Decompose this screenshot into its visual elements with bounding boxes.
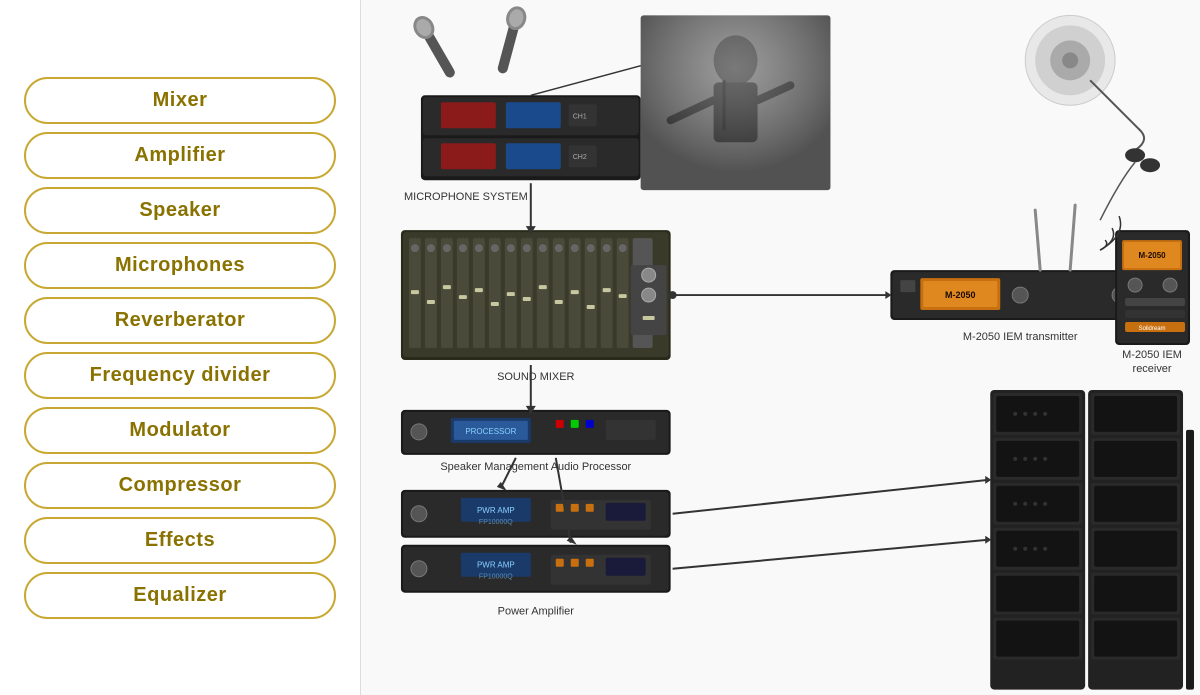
sidebar-btn-microphones[interactable]: Microphones xyxy=(24,242,336,289)
sidebar-btn-amplifier[interactable]: Amplifier xyxy=(24,132,336,179)
svg-text:CH2: CH2 xyxy=(573,154,587,161)
svg-text:PWR AMP: PWR AMP xyxy=(477,561,515,570)
svg-text:CH1: CH1 xyxy=(573,113,587,120)
main-diagram: CH1 CH2 MICROPHONE SYSTEM xyxy=(360,0,1200,695)
svg-text:M-2050: M-2050 xyxy=(1139,251,1167,260)
sidebar: Mixer Amplifier Speaker Microphones Reverber… xyxy=(0,0,360,695)
svg-text:FP10000Q: FP10000Q xyxy=(479,574,513,581)
svg-text:PROCESSOR: PROCESSOR xyxy=(465,427,516,436)
iem-receiver-sub: receiver xyxy=(1133,363,1172,375)
sound-mixer-label: SOUND MIXER xyxy=(497,371,574,383)
sidebar-btn-reverberator[interactable]: Reverberator xyxy=(24,297,336,344)
power-amp-label: Power Amplifier xyxy=(498,606,575,618)
iem-receiver-label: M-2050 IEM xyxy=(1122,349,1182,361)
sidebar-btn-effects[interactable]: Effects xyxy=(24,517,336,564)
sidebar-btn-mixer[interactable]: Mixer xyxy=(24,77,336,124)
svg-text:Solidream: Solidream xyxy=(1139,326,1166,332)
sidebar-btn-modulator[interactable]: Modulator xyxy=(24,407,336,454)
svg-text:M-2050: M-2050 xyxy=(945,290,975,300)
sidebar-btn-speaker[interactable]: Speaker xyxy=(24,187,336,234)
sidebar-btn-frequency-divider[interactable]: Frequency divider xyxy=(24,352,336,399)
svg-text:PWR AMP: PWR AMP xyxy=(477,506,515,515)
iem-transmitter-label: M-2050 IEM transmitter xyxy=(963,331,1078,343)
sidebar-btn-equalizer[interactable]: Equalizer xyxy=(24,572,336,619)
svg-text:FP10000Q: FP10000Q xyxy=(479,519,513,526)
speaker-mgmt-label: Speaker Management Audio Processor xyxy=(440,461,631,473)
sidebar-btn-compressor[interactable]: Compressor xyxy=(24,462,336,509)
microphone-system-label: MICROPHONE SYSTEM xyxy=(404,191,528,203)
